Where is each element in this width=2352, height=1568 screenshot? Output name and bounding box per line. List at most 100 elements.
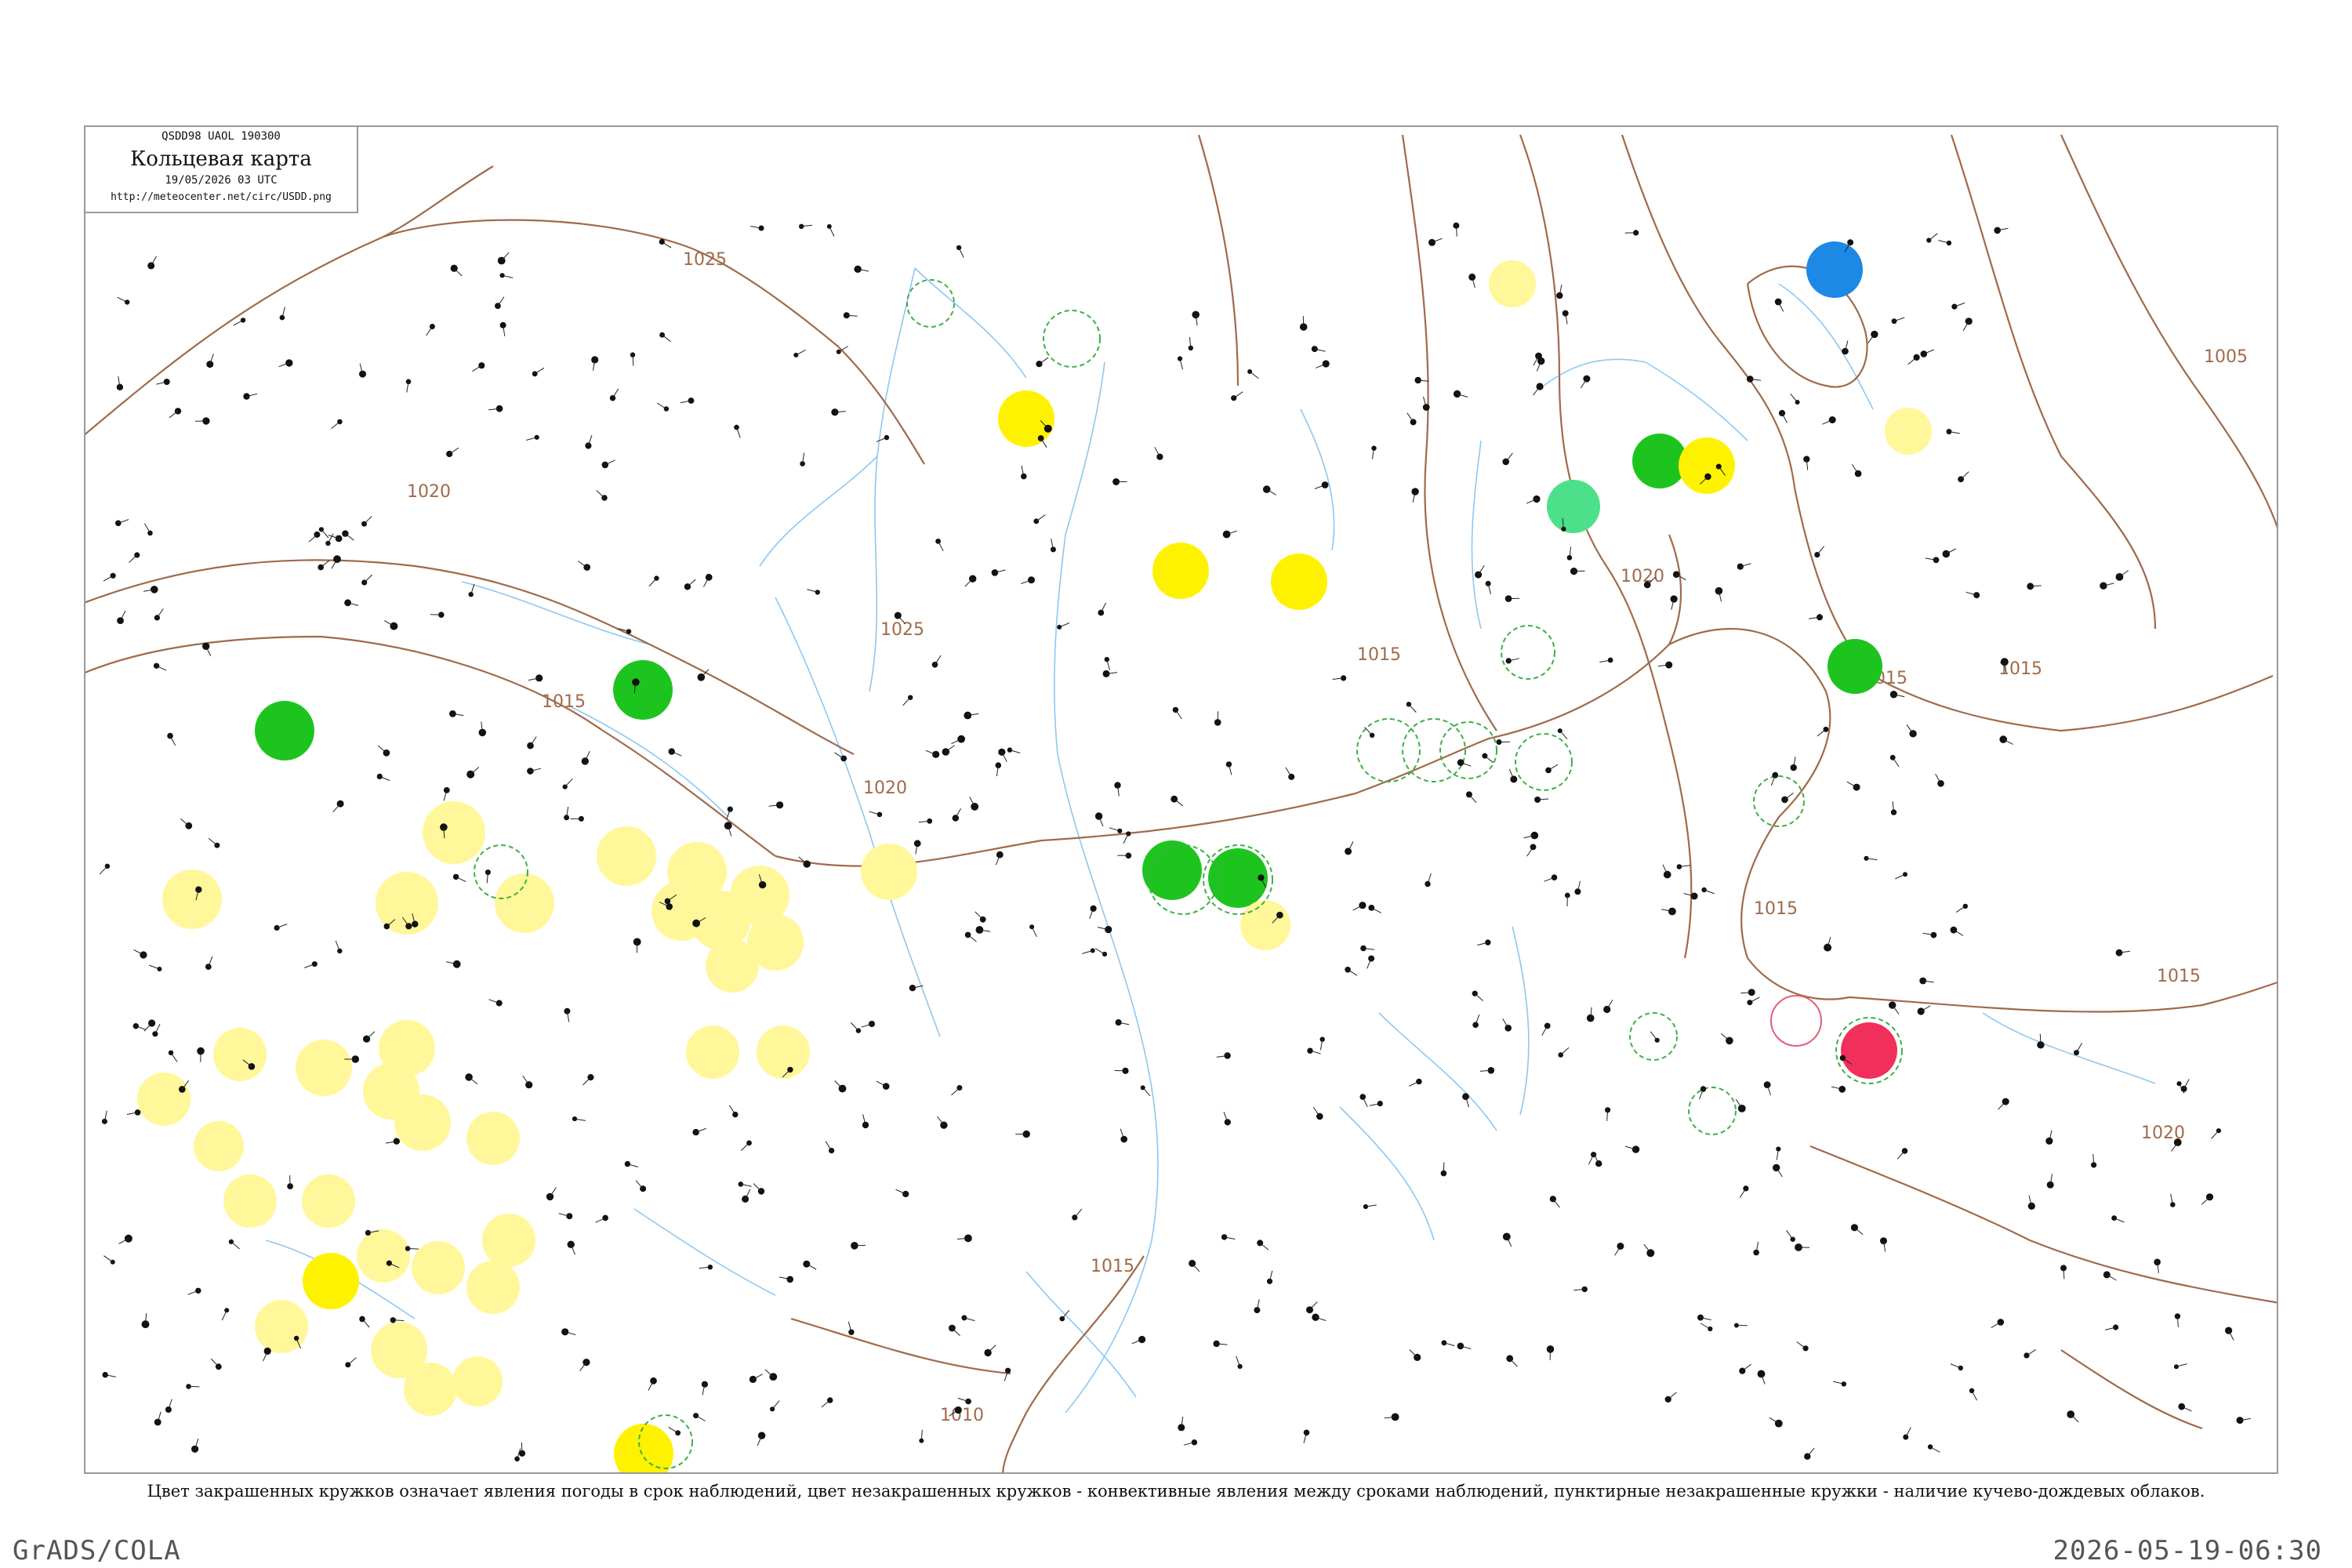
legend-note: Цвет закрашенных кружков означает явлени… bbox=[147, 1482, 2205, 1501]
wind-barb bbox=[1817, 728, 1827, 737]
station-dot bbox=[152, 1031, 158, 1037]
station-dot bbox=[1997, 1319, 2005, 1326]
filled-light-yellow-marker[interactable] bbox=[1489, 260, 1536, 307]
isobar-label: 1010 bbox=[940, 1406, 984, 1425]
wind-barb bbox=[1790, 393, 1798, 403]
filled-light-yellow-marker[interactable] bbox=[394, 1094, 451, 1151]
wind-barb bbox=[668, 1426, 678, 1434]
dashed-cb-circle[interactable] bbox=[1356, 718, 1421, 782]
map-title: Кольцевая карта bbox=[130, 147, 312, 171]
filled-yellow-marker[interactable] bbox=[303, 1253, 359, 1309]
wind-barb bbox=[1950, 1363, 1961, 1369]
filled-green-marker[interactable] bbox=[1632, 434, 1687, 488]
filled-yellow-marker[interactable] bbox=[1152, 543, 1209, 599]
station-dot bbox=[732, 1111, 739, 1118]
filled-light-yellow-marker[interactable] bbox=[223, 1174, 277, 1228]
filled-light-yellow-marker[interactable] bbox=[412, 1241, 465, 1294]
filled-green-marker[interactable] bbox=[255, 701, 314, 760]
filled-teal-marker[interactable] bbox=[1547, 480, 1600, 533]
filled-light-yellow-marker[interactable] bbox=[452, 1356, 503, 1406]
filled-light-yellow-marker[interactable] bbox=[255, 1300, 308, 1353]
filled-light-yellow-marker[interactable] bbox=[162, 869, 222, 929]
isobar-label: 1020 bbox=[1621, 567, 1664, 586]
synoptic-map: 1025 1020 1015 1025 1020 1015 1015 1010 … bbox=[85, 134, 2277, 1474]
dashed-cb-circle[interactable] bbox=[1402, 718, 1466, 782]
filled-yellow-marker[interactable] bbox=[1271, 554, 1327, 610]
wind-barb bbox=[501, 252, 510, 261]
wind-barb bbox=[230, 1241, 240, 1250]
wind-barb bbox=[1749, 996, 1760, 1004]
filled-light-yellow-marker[interactable] bbox=[466, 1112, 520, 1165]
wind-barb bbox=[635, 1180, 644, 1189]
wind-barb bbox=[210, 1358, 220, 1367]
filled-green-marker[interactable] bbox=[1828, 639, 1882, 694]
station-dot bbox=[1410, 419, 1417, 426]
dashed-cb-circle[interactable] bbox=[1753, 775, 1805, 827]
filled-green-marker[interactable] bbox=[613, 660, 673, 720]
filled-yellow-marker[interactable] bbox=[998, 390, 1054, 447]
filled-light-yellow-marker[interactable] bbox=[495, 873, 554, 933]
convective-ring[interactable] bbox=[1770, 995, 1822, 1047]
filled-light-yellow-marker[interactable] bbox=[686, 1025, 739, 1079]
wind-barb bbox=[596, 490, 605, 499]
wind-barb bbox=[952, 1327, 960, 1336]
wind-barb bbox=[1806, 1447, 1815, 1457]
dashed-cb-circle[interactable] bbox=[1629, 1012, 1678, 1061]
station-dot bbox=[854, 265, 862, 273]
wind-barb bbox=[1998, 1101, 2006, 1110]
wind-barb bbox=[1174, 798, 1184, 807]
dashed-cb-circle[interactable] bbox=[1515, 733, 1573, 791]
station-dot bbox=[325, 540, 331, 546]
dashed-cb-circle[interactable] bbox=[1501, 625, 1555, 680]
filled-red-marker[interactable] bbox=[1841, 1022, 1897, 1079]
wind-barb bbox=[2070, 1414, 2079, 1423]
station-dot bbox=[154, 615, 160, 621]
wind-barb bbox=[521, 1442, 523, 1454]
wind-barb bbox=[656, 402, 667, 409]
filled-light-yellow-marker[interactable] bbox=[296, 1040, 352, 1096]
filled-light-yellow-marker[interactable] bbox=[213, 1028, 267, 1081]
source-url[interactable]: http://meteocenter.net/circ/USDD.png bbox=[85, 191, 357, 203]
wind-barb bbox=[662, 334, 671, 343]
wind-barb bbox=[1541, 1025, 1548, 1036]
filled-light-yellow-marker[interactable] bbox=[466, 1261, 520, 1314]
filled-light-yellow-marker[interactable] bbox=[861, 844, 917, 900]
wind-barb bbox=[1896, 1150, 1905, 1160]
dashed-cb-circle[interactable] bbox=[1439, 721, 1497, 779]
filled-light-yellow-marker[interactable] bbox=[757, 1025, 810, 1079]
wind-barb bbox=[448, 447, 459, 455]
filled-light-yellow-marker[interactable] bbox=[423, 801, 485, 864]
filled-yellow-marker[interactable] bbox=[614, 1424, 673, 1474]
filled-light-yellow-marker[interactable] bbox=[357, 1229, 410, 1283]
station-dot bbox=[2173, 1138, 2182, 1146]
wind-barb bbox=[1031, 927, 1037, 938]
filled-light-yellow-marker[interactable] bbox=[706, 939, 759, 993]
wind-barb bbox=[1588, 1154, 1595, 1165]
filled-light-yellow-marker[interactable] bbox=[482, 1214, 535, 1267]
station-dot bbox=[1457, 759, 1465, 766]
dashed-cb-circle[interactable] bbox=[906, 279, 955, 328]
station-dot bbox=[174, 408, 182, 415]
filled-blue-marker[interactable] bbox=[1806, 241, 1863, 298]
wind-barb bbox=[289, 1175, 291, 1187]
wind-barb bbox=[534, 367, 545, 375]
wind-barb bbox=[1285, 767, 1292, 778]
station-dot bbox=[534, 434, 539, 440]
filled-light-yellow-marker[interactable] bbox=[1240, 900, 1290, 950]
filled-yellow-marker[interactable] bbox=[1679, 437, 1735, 494]
wind-barb bbox=[876, 437, 887, 442]
filled-light-yellow-marker[interactable] bbox=[404, 1363, 457, 1416]
wind-barb bbox=[1929, 1446, 1940, 1453]
wind-barb bbox=[1971, 1390, 1978, 1401]
isobar-label: 1020 bbox=[407, 482, 451, 502]
filled-light-yellow-marker[interactable] bbox=[597, 826, 656, 886]
filled-light-yellow-marker[interactable] bbox=[194, 1121, 244, 1171]
dashed-cb-circle[interactable] bbox=[1688, 1087, 1737, 1135]
filled-light-yellow-marker[interactable] bbox=[1885, 408, 1932, 455]
filled-light-yellow-marker[interactable] bbox=[302, 1174, 355, 1228]
station-dot bbox=[429, 324, 435, 329]
station-dot bbox=[815, 590, 820, 595]
wind-barb bbox=[958, 247, 964, 258]
dashed-cb-circle[interactable] bbox=[1043, 310, 1101, 368]
filled-light-yellow-marker[interactable] bbox=[137, 1073, 191, 1126]
